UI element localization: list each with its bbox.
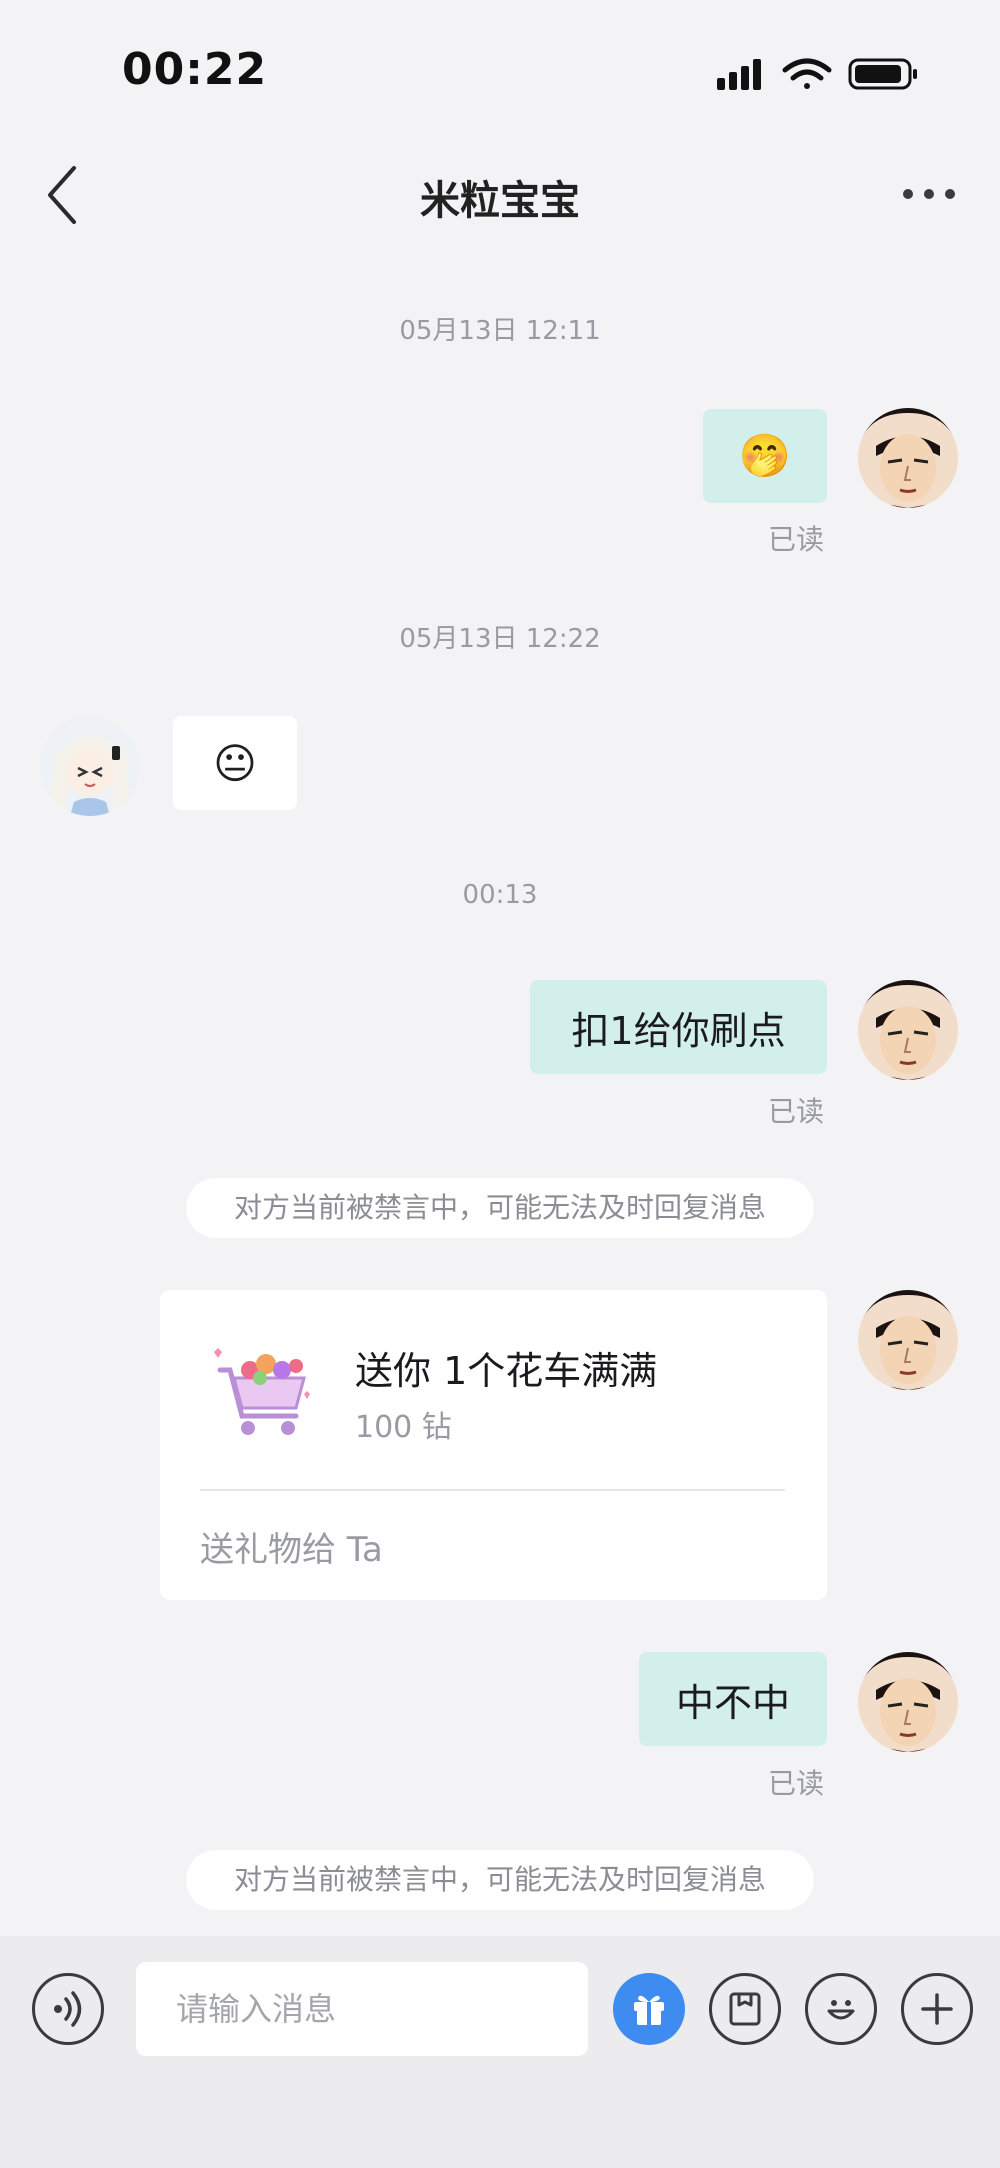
- my-avatar[interactable]: [858, 980, 958, 1080]
- sticker-icon: [729, 1992, 761, 2026]
- sticker-button[interactable]: [709, 1973, 781, 2045]
- gift-icon: [634, 1995, 664, 2025]
- read-receipt: 已读: [768, 523, 825, 556]
- timestamp: 05月13日 12:22: [399, 624, 601, 654]
- gift-button[interactable]: [613, 1973, 685, 2045]
- gift-price: 100 钻: [355, 1410, 452, 1445]
- timestamp: 00:13: [462, 880, 538, 910]
- my-avatar[interactable]: [858, 1290, 958, 1390]
- read-receipt: 已读: [768, 1767, 825, 1800]
- flower-cart-icon: [200, 1330, 320, 1450]
- status-icons: [715, 56, 920, 92]
- mute-notice: 对方当前被禁言中，可能无法及时回复消息: [186, 1178, 814, 1238]
- read-receipt: 已读: [768, 1095, 825, 1128]
- voice-button[interactable]: [32, 1973, 104, 2045]
- more-actions-button[interactable]: [901, 1973, 973, 2045]
- message-bubble-text[interactable]: 中不中: [639, 1652, 827, 1746]
- plus-icon: [921, 1993, 953, 2025]
- cellular-signal-icon: [717, 59, 761, 90]
- battery-icon: [848, 58, 917, 90]
- message-bubble-emoji[interactable]: 😐: [173, 716, 297, 810]
- chat-title: 米粒宝宝: [420, 178, 580, 224]
- message-input[interactable]: [136, 1962, 588, 2056]
- my-avatar[interactable]: [858, 408, 958, 508]
- status-time: 00:22: [122, 44, 268, 95]
- mute-notice: 对方当前被禁言中，可能无法及时回复消息: [186, 1850, 814, 1910]
- divider: [200, 1489, 785, 1491]
- smiley-icon: [827, 2000, 855, 2020]
- more-button[interactable]: [900, 176, 958, 212]
- send-gift-link[interactable]: 送礼物给 Ta: [200, 1522, 383, 1571]
- emoji-button[interactable]: [805, 1973, 877, 2045]
- gift-card[interactable]: 送你 1个花车满满 100 钻 送礼物给 Ta: [160, 1290, 827, 1600]
- voice-icon: [54, 1991, 82, 2027]
- my-avatar[interactable]: [858, 1652, 958, 1752]
- wifi-icon: [782, 58, 832, 89]
- gift-title: 送你 1个花车满满: [355, 1349, 658, 1393]
- message-bubble-emoji[interactable]: 🤭: [703, 409, 827, 503]
- message-bubble-text[interactable]: 扣1给你刷点: [530, 980, 827, 1074]
- more-dots-icon: [903, 189, 955, 199]
- input-bar: [0, 1936, 1000, 2168]
- timestamp: 05月13日 12:11: [399, 316, 601, 346]
- contact-avatar[interactable]: [40, 716, 140, 816]
